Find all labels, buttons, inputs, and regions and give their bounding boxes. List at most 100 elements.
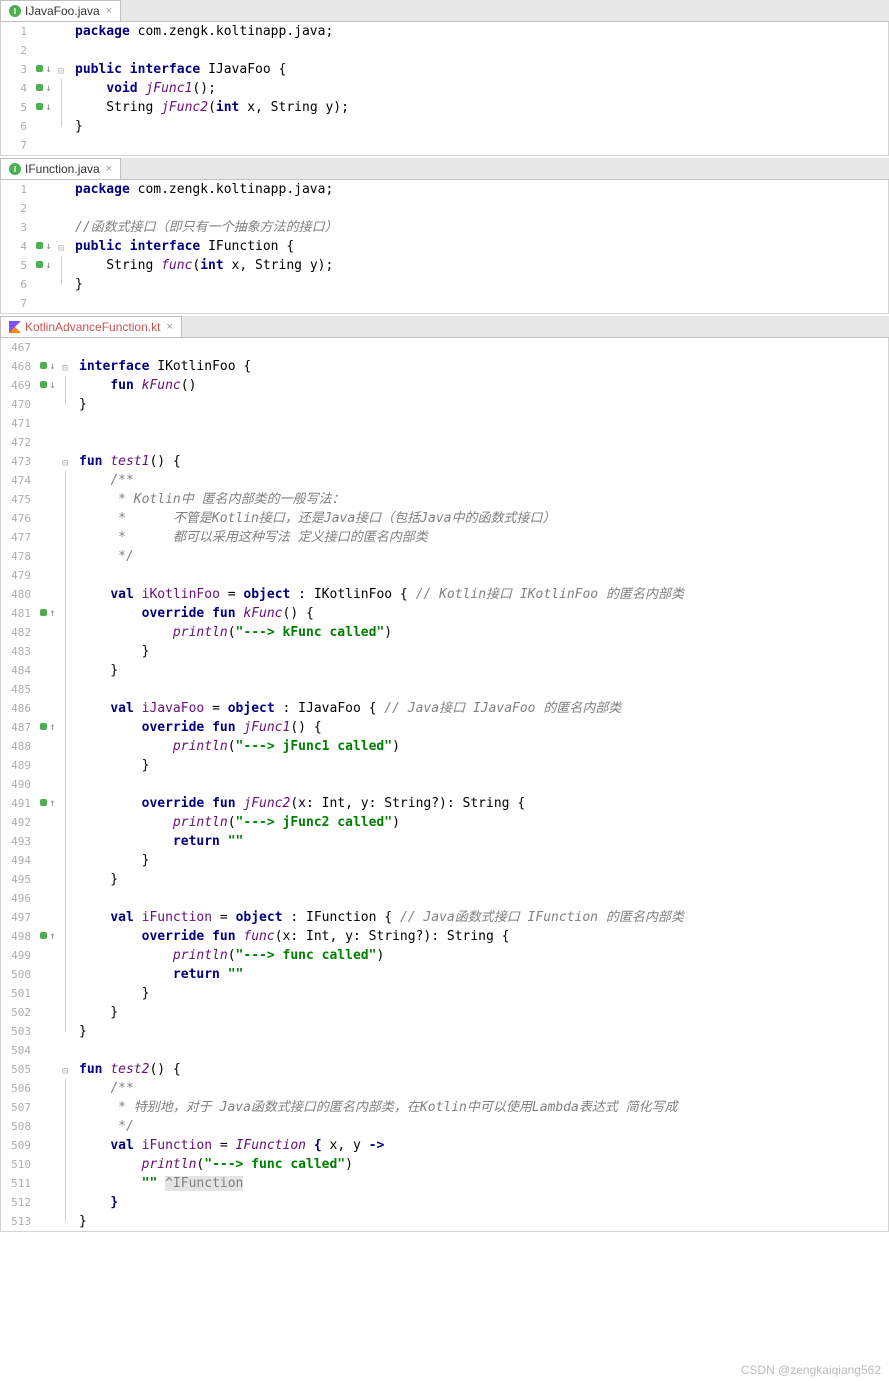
code-line[interactable]: 486 val iJavaFoo = object : IJavaFoo { /…: [1, 699, 888, 718]
line-number[interactable]: 1: [1, 180, 33, 199]
fold-gutter[interactable]: [59, 433, 71, 452]
code-editor-2[interactable]: 1package com.zengk.koltinapp.java;23//函数…: [0, 180, 889, 314]
fold-gutter[interactable]: [59, 756, 71, 775]
line-number[interactable]: 475: [1, 490, 37, 509]
code-line[interactable]: 482 println("---> kFunc called"): [1, 623, 888, 642]
fold-gutter[interactable]: [59, 585, 71, 604]
gutter-marker[interactable]: [33, 22, 55, 41]
code-line[interactable]: 493 return "": [1, 832, 888, 851]
line-number[interactable]: 469: [1, 376, 37, 395]
code-text[interactable]: /**: [71, 1079, 134, 1098]
code-text[interactable]: }: [71, 984, 149, 1003]
gutter-marker[interactable]: [37, 984, 59, 1003]
code-text[interactable]: val iFunction = IFunction { x, y ->: [71, 1136, 384, 1155]
close-icon[interactable]: ×: [106, 5, 112, 17]
gutter-marker[interactable]: [37, 775, 59, 794]
gutter-marker[interactable]: [37, 1174, 59, 1193]
gutter-marker[interactable]: [33, 294, 55, 313]
gutter-marker[interactable]: [37, 889, 59, 908]
code-text[interactable]: val iFunction = object : IFunction { // …: [71, 908, 684, 927]
code-line[interactable]: 468interface IKotlinFoo {: [1, 357, 888, 376]
code-text[interactable]: println("---> func called"): [71, 1155, 353, 1174]
gutter-marker[interactable]: [37, 661, 59, 680]
line-number[interactable]: 501: [1, 984, 37, 1003]
fold-gutter[interactable]: [59, 623, 71, 642]
fold-gutter[interactable]: [59, 965, 71, 984]
gutter-marker[interactable]: [33, 218, 55, 237]
code-line[interactable]: 472: [1, 433, 888, 452]
fold-gutter[interactable]: [59, 528, 71, 547]
line-number[interactable]: 500: [1, 965, 37, 984]
line-number[interactable]: 471: [1, 414, 37, 433]
fold-gutter[interactable]: [59, 1155, 71, 1174]
code-line[interactable]: 481 override fun kFunc() {: [1, 604, 888, 623]
gutter-marker[interactable]: [37, 699, 59, 718]
gutter-marker[interactable]: [37, 813, 59, 832]
fold-gutter[interactable]: [59, 984, 71, 1003]
line-number[interactable]: 496: [1, 889, 37, 908]
line-number[interactable]: 6: [1, 117, 33, 136]
code-line[interactable]: 490: [1, 775, 888, 794]
code-text[interactable]: }: [71, 756, 149, 775]
line-number[interactable]: 486: [1, 699, 37, 718]
fold-gutter[interactable]: [59, 471, 71, 490]
fold-gutter[interactable]: [59, 338, 71, 357]
code-line[interactable]: 3//函数式接口（即只有一个抽象方法的接口）: [1, 218, 888, 237]
line-number[interactable]: 507: [1, 1098, 37, 1117]
line-number[interactable]: 483: [1, 642, 37, 661]
gutter-marker[interactable]: [37, 376, 59, 395]
fold-gutter[interactable]: [55, 98, 67, 117]
code-line[interactable]: 2: [1, 41, 888, 60]
line-number[interactable]: 6: [1, 275, 33, 294]
line-number[interactable]: 505: [1, 1060, 37, 1079]
line-number[interactable]: 467: [1, 338, 37, 357]
line-number[interactable]: 511: [1, 1174, 37, 1193]
fold-gutter[interactable]: [59, 414, 71, 433]
gutter-marker[interactable]: [37, 1117, 59, 1136]
gutter-marker[interactable]: [37, 452, 59, 471]
gutter-marker[interactable]: [33, 275, 55, 294]
code-line[interactable]: 479: [1, 566, 888, 585]
code-line[interactable]: 7: [1, 136, 888, 155]
fold-gutter[interactable]: [55, 41, 67, 60]
gutter-marker[interactable]: [37, 794, 59, 813]
code-text[interactable]: public interface IFunction {: [67, 237, 294, 256]
line-number[interactable]: 498: [1, 927, 37, 946]
fold-gutter[interactable]: [59, 870, 71, 889]
code-text[interactable]: fun test1() {: [71, 452, 181, 471]
code-text[interactable]: * 特别地，对于 Java函数式接口的匿名内部类，在Kotlin中可以使用Lam…: [71, 1098, 678, 1117]
code-line[interactable]: 3public interface IJavaFoo {: [1, 60, 888, 79]
code-line[interactable]: 478 */: [1, 547, 888, 566]
fold-gutter[interactable]: [55, 79, 67, 98]
code-text[interactable]: override fun kFunc() {: [71, 604, 314, 623]
line-number[interactable]: 2: [1, 41, 33, 60]
code-text[interactable]: /**: [71, 471, 134, 490]
code-line[interactable]: 491 override fun jFunc2(x: Int, y: Strin…: [1, 794, 888, 813]
gutter-marker[interactable]: [37, 471, 59, 490]
fold-gutter[interactable]: [59, 1174, 71, 1193]
gutter-marker[interactable]: [37, 585, 59, 604]
gutter-marker[interactable]: [33, 256, 55, 275]
code-text[interactable]: println("---> func called"): [71, 946, 384, 965]
line-number[interactable]: 7: [1, 294, 33, 313]
code-text[interactable]: package com.zengk.koltinapp.java;: [67, 180, 333, 199]
fold-gutter[interactable]: [59, 718, 71, 737]
line-number[interactable]: 3: [1, 218, 33, 237]
line-number[interactable]: 491: [1, 794, 37, 813]
code-text[interactable]: interface IKotlinFoo {: [71, 357, 251, 376]
line-number[interactable]: 476: [1, 509, 37, 528]
line-number[interactable]: 472: [1, 433, 37, 452]
gutter-marker[interactable]: [37, 433, 59, 452]
code-text[interactable]: [67, 199, 75, 218]
code-text[interactable]: }: [67, 117, 83, 136]
fold-gutter[interactable]: [59, 566, 71, 585]
gutter-marker[interactable]: [37, 680, 59, 699]
line-number[interactable]: 508: [1, 1117, 37, 1136]
code-text[interactable]: }: [71, 1193, 118, 1212]
code-line[interactable]: 7: [1, 294, 888, 313]
line-number[interactable]: 494: [1, 851, 37, 870]
fold-gutter[interactable]: [59, 775, 71, 794]
code-line[interactable]: 6}: [1, 275, 888, 294]
code-text[interactable]: * Kotlin中 匿名内部类的一般写法：: [71, 490, 345, 509]
code-text[interactable]: [67, 41, 75, 60]
